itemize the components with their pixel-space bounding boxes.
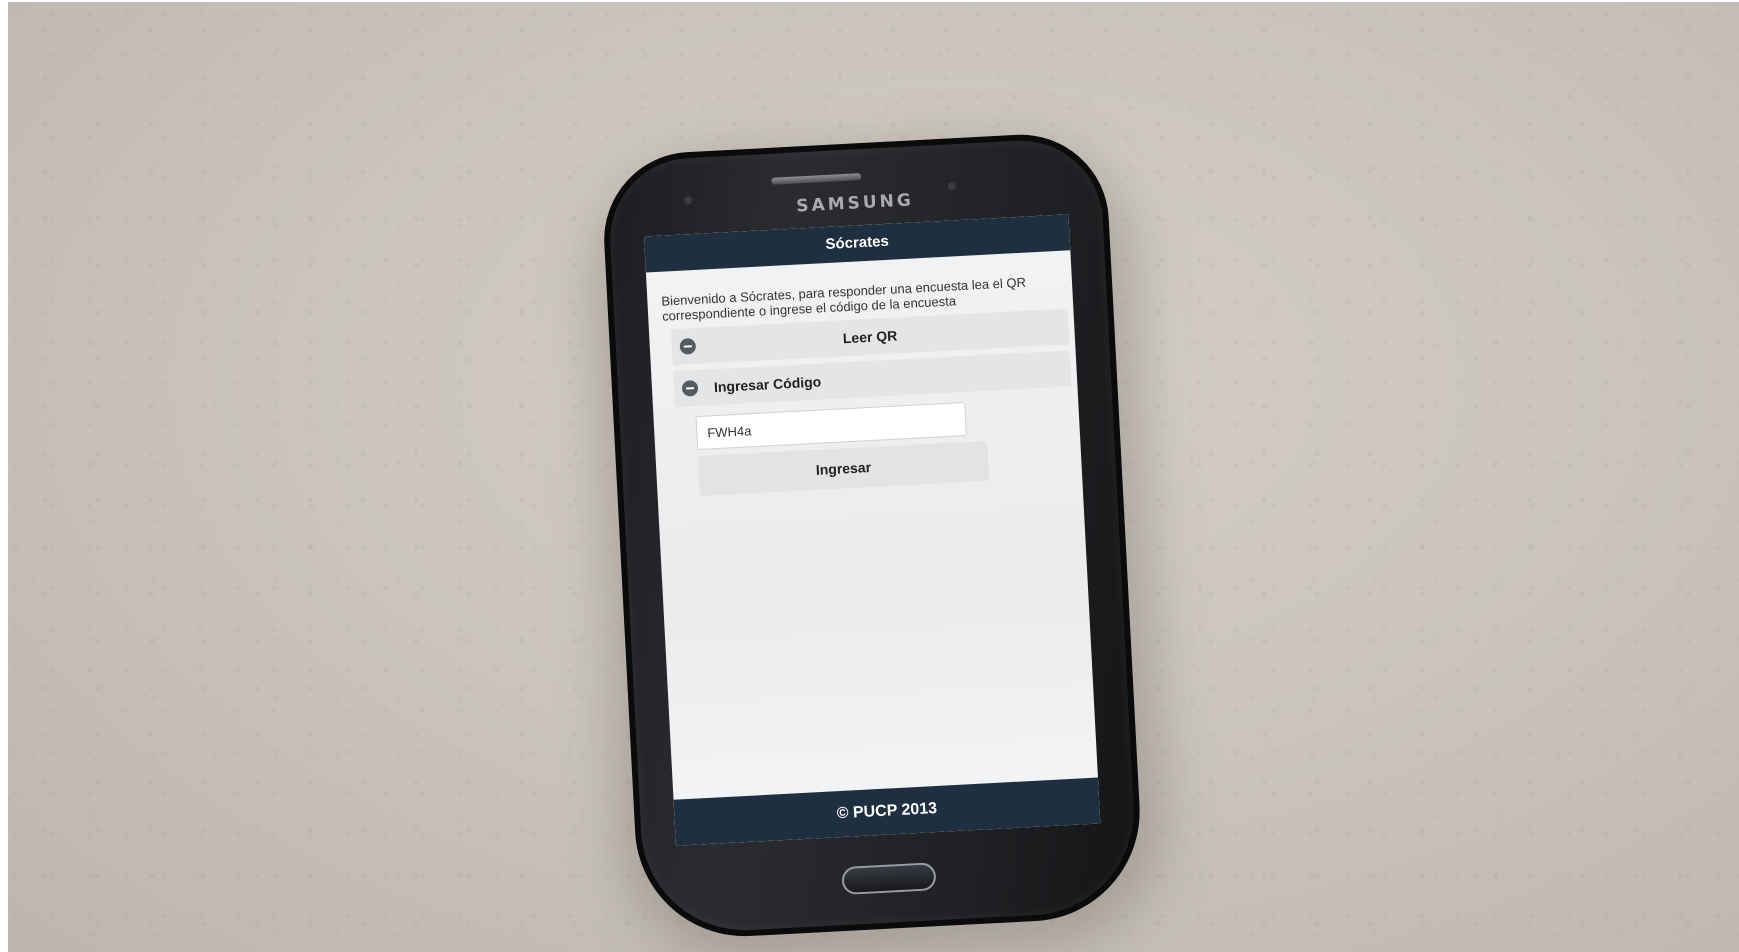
phone-device: SAMSUNG Sócrates Bienvenido a Sócrates, … [599,130,1146,942]
table-surface: SAMSUNG Sócrates Bienvenido a Sócrates, … [8,2,1739,952]
minus-circle-icon [679,337,697,355]
read-qr-label: Leer QR [842,327,898,347]
minus-circle-icon [681,379,699,397]
submit-button[interactable]: Ingresar [697,440,990,496]
enter-code-label: Ingresar Código [713,373,822,396]
earpiece-grille [771,173,862,185]
home-button[interactable] [841,862,937,896]
survey-code-input[interactable] [695,401,967,451]
phone-screen: Sócrates Bienvenido a Sócrates, para res… [644,214,1101,846]
app-footer: © PUCP 2013 [673,777,1101,846]
